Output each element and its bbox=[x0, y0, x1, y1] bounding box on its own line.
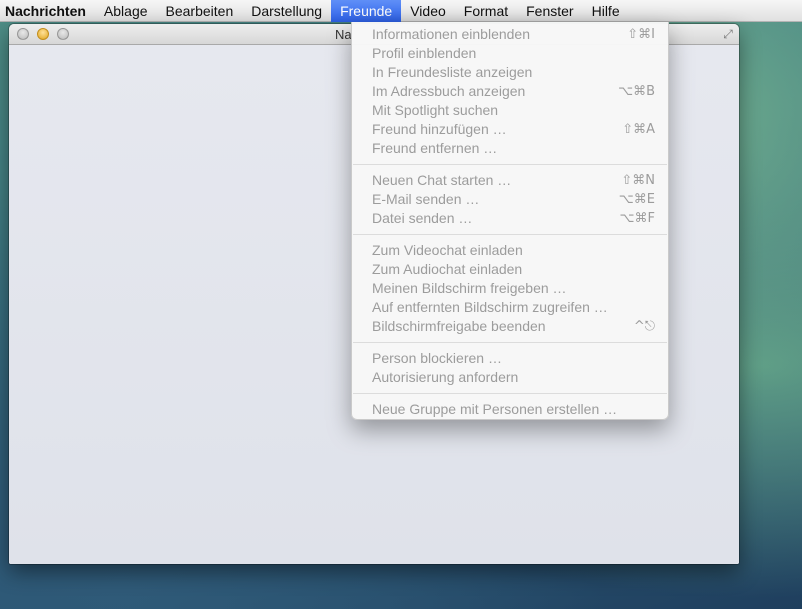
shortcut-label: ⇧⌘I bbox=[627, 27, 655, 42]
menu-item-label: Informationen einblenden bbox=[372, 26, 531, 42]
menu-item-in-freundesliste-anzeigen[interactable]: In Freundesliste anzeigen bbox=[352, 63, 668, 82]
menu-item-videochat-einladen[interactable]: Zum Videochat einladen bbox=[352, 241, 668, 260]
shortcut-label: ^⎋ bbox=[633, 319, 655, 334]
menu-item-profil-einblenden[interactable]: Profil einblenden bbox=[352, 44, 668, 63]
shortcut-label: ⇧⌘N bbox=[621, 173, 655, 188]
menu-format[interactable]: Format bbox=[455, 0, 517, 22]
menu-item-label: Auf entfernten Bildschirm zugreifen … bbox=[372, 299, 608, 315]
menu-separator bbox=[353, 342, 667, 343]
menu-item-label: In Freundesliste anzeigen bbox=[372, 64, 533, 80]
menu-item-neue-gruppe-erstellen[interactable]: Neue Gruppe mit Personen erstellen … bbox=[352, 400, 668, 419]
menu-video[interactable]: Video bbox=[401, 0, 455, 22]
shortcut-label: ⌥⌘E bbox=[618, 192, 655, 207]
shortcut-label: ⌥⌘B bbox=[618, 84, 655, 99]
menu-item-label: Datei senden … bbox=[372, 210, 473, 226]
zoom-button[interactable] bbox=[57, 28, 69, 40]
menu-item-label: Neue Gruppe mit Personen erstellen … bbox=[372, 401, 618, 417]
menu-item-label: Person blockieren … bbox=[372, 350, 502, 366]
menu-item-label: Mit Spotlight suchen bbox=[372, 102, 499, 118]
shortcut-label: ⌥⌘F bbox=[619, 211, 655, 226]
menu-separator bbox=[353, 234, 667, 235]
window-title: Na bbox=[335, 27, 352, 42]
menu-item-label: Freund entfernen … bbox=[372, 140, 498, 156]
menu-item-label: Profil einblenden bbox=[372, 45, 477, 61]
menu-fenster[interactable]: Fenster bbox=[517, 0, 582, 22]
menu-item-label: Bildschirmfreigabe beenden bbox=[372, 318, 546, 334]
menu-freunde[interactable]: Freunde bbox=[331, 0, 402, 22]
menu-darstellung[interactable]: Darstellung bbox=[242, 0, 331, 22]
menu-item-person-blockieren[interactable]: Person blockieren … bbox=[352, 349, 668, 368]
menu-item-bildschirmfreigabe-beenden[interactable]: Bildschirmfreigabe beenden ^⎋ bbox=[352, 317, 668, 336]
menu-bar: Nachrichten Ablage Bearbeiten Darstellun… bbox=[0, 0, 802, 22]
minimize-button[interactable] bbox=[37, 28, 49, 40]
menu-item-informationen-einblenden[interactable]: Informationen einblenden ⇧⌘I bbox=[352, 25, 668, 44]
menu-item-label: Zum Audiochat einladen bbox=[372, 261, 523, 277]
menu-hilfe[interactable]: Hilfe bbox=[583, 0, 629, 22]
menu-item-im-adressbuch-anzeigen[interactable]: Im Adressbuch anzeigen ⌥⌘B bbox=[352, 82, 668, 101]
menu-bearbeiten[interactable]: Bearbeiten bbox=[157, 0, 243, 22]
menu-separator bbox=[353, 164, 667, 165]
menu-item-label: E-Mail senden … bbox=[372, 191, 480, 207]
menu-separator bbox=[353, 393, 667, 394]
menu-item-entfernten-bildschirm-zugreifen[interactable]: Auf entfernten Bildschirm zugreifen … bbox=[352, 298, 668, 317]
menu-nachrichten[interactable]: Nachrichten bbox=[0, 0, 95, 22]
menu-item-freund-entfernen[interactable]: Freund entfernen … bbox=[352, 139, 668, 158]
close-button[interactable] bbox=[17, 28, 29, 40]
menu-item-mit-spotlight-suchen[interactable]: Mit Spotlight suchen bbox=[352, 101, 668, 120]
menu-item-label: Freund hinzufügen … bbox=[372, 121, 507, 137]
menu-item-label: Im Adressbuch anzeigen bbox=[372, 83, 526, 99]
menu-item-bildschirm-freigeben[interactable]: Meinen Bildschirm freigeben … bbox=[352, 279, 668, 298]
menu-item-datei-senden[interactable]: Datei senden … ⌥⌘F bbox=[352, 209, 668, 228]
menu-item-autorisierung-anfordern[interactable]: Autorisierung anfordern bbox=[352, 368, 668, 387]
menu-item-label: Neuen Chat starten … bbox=[372, 172, 512, 188]
fullscreen-icon[interactable]: ⤢ bbox=[721, 27, 735, 41]
freunde-dropdown-menu: Informationen einblenden ⇧⌘I Profil einbl… bbox=[351, 22, 669, 420]
menu-item-neuen-chat-starten[interactable]: Neuen Chat starten … ⇧⌘N bbox=[352, 171, 668, 190]
menu-ablage[interactable]: Ablage bbox=[95, 0, 157, 22]
menu-item-label: Autorisierung anfordern bbox=[372, 369, 519, 385]
menu-item-email-senden[interactable]: E-Mail senden … ⌥⌘E bbox=[352, 190, 668, 209]
menu-item-freund-hinzufuegen[interactable]: Freund hinzufügen … ⇧⌘A bbox=[352, 120, 668, 139]
menu-item-label: Meinen Bildschirm freigeben … bbox=[372, 280, 567, 296]
menu-item-audiochat-einladen[interactable]: Zum Audiochat einladen bbox=[352, 260, 668, 279]
shortcut-label: ⇧⌘A bbox=[622, 122, 655, 137]
menu-item-label: Zum Videochat einladen bbox=[372, 242, 523, 258]
